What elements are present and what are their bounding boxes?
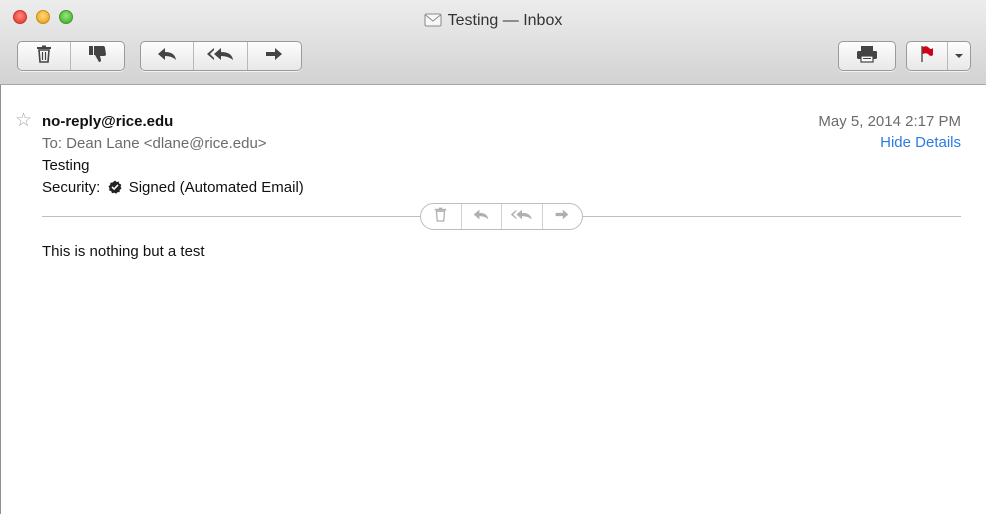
forward-arrow-icon [554,208,570,226]
junk-button[interactable] [71,42,124,70]
mail-window: Testing — Inbox ☆ no-reply@rice.edu May … [0,0,986,514]
reply-group [140,41,302,71]
inline-reply-all-button[interactable] [502,204,543,229]
inline-delete-button[interactable] [421,204,462,229]
reply-all-arrow-icon [206,46,236,67]
message-date: May 5, 2014 2:17 PM [818,113,961,130]
forward-arrow-icon [264,46,284,67]
flag-menu-button[interactable] [948,42,970,70]
window-edge [0,85,1,514]
recipient-line: To: Dean Lane <dlane@rice.edu> [42,135,267,152]
hide-details-link[interactable]: Hide Details [880,134,961,151]
header-divider-left [42,216,420,217]
header-divider-right [583,216,961,217]
security-value: Signed (Automated Email) [128,179,304,196]
inline-action-bar [420,203,583,230]
reply-all-button[interactable] [194,42,248,70]
thumbs-down-icon [88,45,108,68]
reply-all-arrow-icon [510,208,534,226]
envelope-icon [424,13,442,32]
star-icon[interactable]: ☆ [15,111,32,131]
sender-address[interactable]: no-reply@rice.edu [42,113,173,130]
print-group [838,41,896,71]
delete-junk-group [17,41,125,71]
inline-reply-button[interactable] [462,204,502,229]
security-label: Security: [42,179,101,196]
inline-forward-button[interactable] [543,204,583,229]
window-title: Testing — Inbox [447,12,563,29]
reply-button[interactable] [141,42,195,70]
reply-arrow-icon [472,208,490,226]
forward-button[interactable] [248,42,301,70]
reply-arrow-icon [156,46,178,67]
chevron-down-icon [954,47,964,65]
trash-icon [36,45,52,68]
trash-icon [434,207,447,227]
print-button[interactable] [839,42,895,70]
security-line: Security: Signed (Automated Email) [42,179,304,198]
signed-badge-icon[interactable] [108,180,122,198]
toolbar-area: Testing — Inbox [0,0,986,85]
message-subject: Testing [42,157,90,174]
delete-button[interactable] [18,42,72,70]
message-body: This is nothing but a test [42,243,205,260]
flag-group [906,41,971,71]
flag-button[interactable] [907,42,949,70]
printer-icon [856,45,878,68]
window-title-bar: Testing — Inbox [0,12,986,32]
flag-icon [919,45,935,68]
